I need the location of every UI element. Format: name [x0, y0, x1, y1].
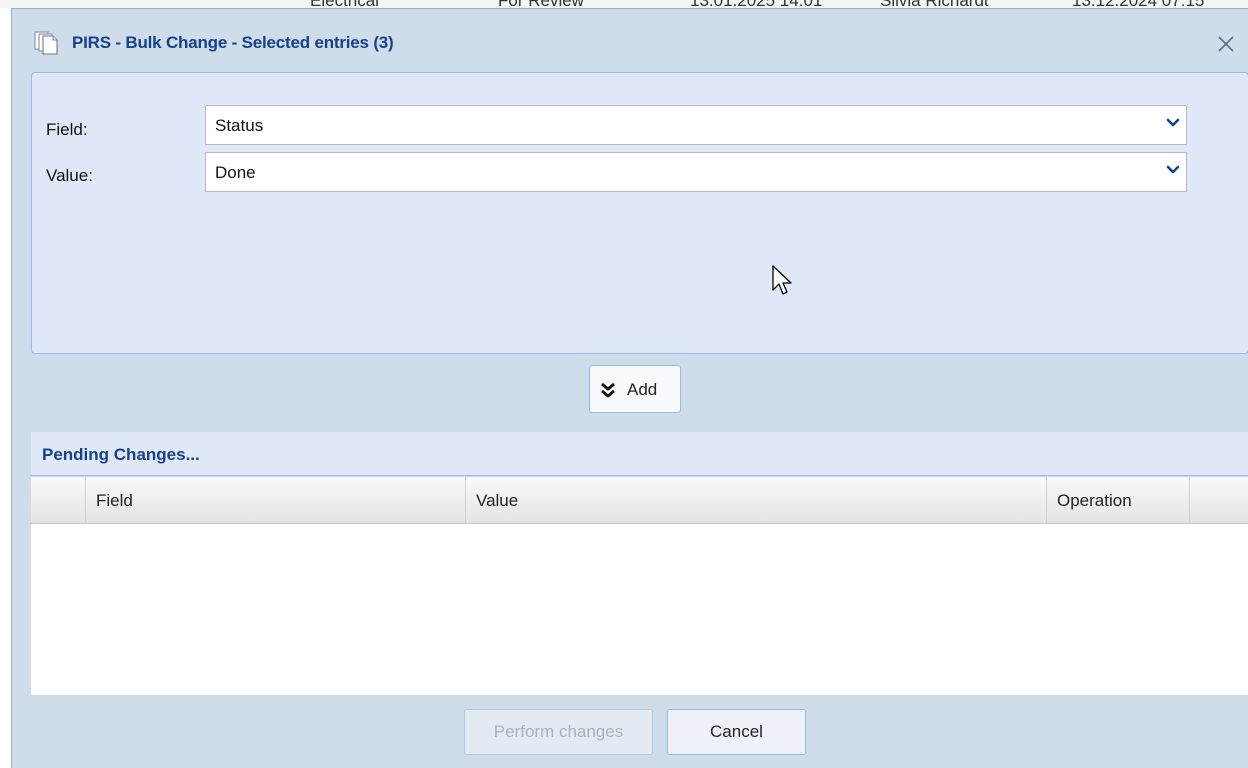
- add-button-label: Add: [627, 380, 658, 399]
- bulk-change-dialog: PIRS - Bulk Change - Selected entries (3…: [11, 8, 1248, 768]
- close-icon[interactable]: [1216, 34, 1236, 54]
- field-combobox-value: Status: [215, 116, 264, 135]
- pending-changes-grid: Field Value Operation: [31, 477, 1248, 695]
- perform-changes-button[interactable]: Perform changes: [464, 709, 653, 755]
- cancel-button[interactable]: Cancel: [667, 709, 806, 755]
- column-header-operation[interactable]: Operation: [1047, 477, 1190, 523]
- chevron-down-icon[interactable]: [1160, 153, 1186, 191]
- dialog-title: PIRS - Bulk Change - Selected entries (3…: [72, 33, 394, 52]
- add-button[interactable]: Add: [589, 365, 681, 413]
- column-header-value[interactable]: Value: [466, 477, 1047, 523]
- bg-cell-status: For Review: [498, 0, 584, 8]
- field-combobox[interactable]: Status: [205, 105, 1187, 145]
- background-grid-row: Electrical For Review 13.01.2025 14:01 S…: [0, 0, 1248, 8]
- grid-body[interactable]: [31, 524, 1248, 695]
- bg-cell-category: Electrical: [310, 0, 379, 8]
- chevron-down-icon[interactable]: [1160, 106, 1186, 144]
- pending-changes-header: Pending Changes...: [31, 432, 1248, 476]
- field-value-form: Field: Status Value: Done: [31, 72, 1248, 354]
- grid-header-row: Field Value Operation: [31, 477, 1248, 524]
- pending-changes-title: Pending Changes...: [42, 445, 200, 464]
- documents-icon: [34, 31, 58, 55]
- value-label: Value:: [46, 166, 93, 185]
- column-header-operation-label: Operation: [1057, 491, 1132, 510]
- column-header-value-label: Value: [476, 491, 519, 510]
- dialog-titlebar[interactable]: PIRS - Bulk Change - Selected entries (3…: [12, 9, 1248, 71]
- column-header-rownumber[interactable]: [31, 477, 86, 523]
- value-combobox[interactable]: Done: [205, 152, 1187, 192]
- mouse-pointer-icon: [772, 265, 792, 295]
- field-label: Field:: [46, 120, 88, 139]
- value-combobox-value: Done: [215, 163, 256, 182]
- column-header-field[interactable]: Field: [86, 477, 466, 523]
- double-chevron-down-icon: [601, 382, 615, 398]
- column-header-actions[interactable]: [1190, 477, 1248, 523]
- bg-cell-user: Silvia Richardt: [880, 0, 989, 8]
- column-header-field-label: Field: [96, 491, 133, 510]
- bg-cell-created: 13.12.2024 07:15: [1072, 0, 1204, 8]
- bg-cell-date: 13.01.2025 14:01: [690, 0, 822, 8]
